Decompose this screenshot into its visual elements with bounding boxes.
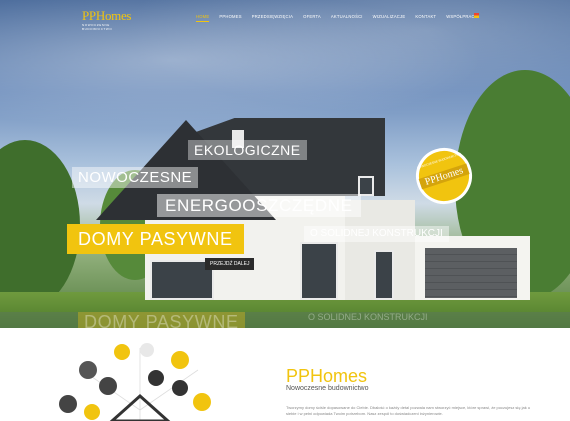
intro-title: PPHomes — [286, 366, 368, 386]
reflection-text: O SOLIDNEJ KONSTRUKCJI — [308, 312, 428, 322]
sun-icon — [114, 344, 130, 360]
hero-line-konstrukcja: O SOLIDNEJ KONSTRUKCJI — [304, 226, 449, 242]
window — [300, 242, 338, 300]
intro-body: Tworzymy domy ściśle dopasowane do Ciebi… — [286, 405, 531, 416]
hero-line-domy-pasywne: DOMY PASYWNE — [67, 224, 244, 254]
door — [374, 250, 394, 300]
leaf-icon — [140, 343, 154, 357]
logo-tagline: NOWOCZESNE BUDOWNICTWO — [82, 23, 113, 31]
window — [358, 176, 374, 196]
main-nav: HOME PPHOMES PRZEDSIĘWZIĘCIA OFERTA AKTU… — [196, 14, 488, 22]
nav-item-kontakt[interactable]: KONTAKT — [415, 14, 436, 22]
logo[interactable]: PPHomes NOWOCZESNE BUDOWNICTWO — [82, 8, 138, 31]
nav-item-home[interactable]: HOME — [196, 14, 210, 22]
hero-slider: PPHomes NOWOCZESNE BUDOWNICTWO HOME PPHO… — [0, 0, 570, 328]
reflection-text: DOMY PASYWNE — [78, 312, 245, 328]
battery-icon — [172, 380, 188, 396]
eco-icons-graphic — [59, 343, 211, 421]
nav-item-pphomes[interactable]: PPHOMES — [219, 14, 241, 22]
badge-logo: PPHomes — [418, 163, 470, 190]
hero-line-nowoczesne: NOWOCZESNE — [72, 167, 199, 188]
hero-line-energooszczedne: ENERGOOSZCZĘDNE — [157, 194, 361, 217]
clock-icon — [171, 351, 189, 369]
nav-item-aktualnosci[interactable]: AKTUALNOŚCI — [331, 14, 363, 22]
language-flag-icon[interactable] — [474, 13, 479, 18]
wifi-icon — [193, 393, 211, 411]
camera-icon — [84, 404, 100, 420]
nav-item-wizualizacje[interactable]: WIZUALIZACJE — [373, 14, 406, 22]
logo-text: PPHomes — [82, 8, 132, 23]
garage-door — [425, 248, 517, 298]
gear-icon — [99, 377, 117, 395]
fan-icon — [59, 395, 77, 413]
bulb-icon — [79, 361, 97, 379]
plug-icon — [148, 370, 164, 386]
nav-item-oferta[interactable]: OFERTA — [303, 14, 321, 22]
nav-item-przedsiewziecia[interactable]: PRZEDSIĘWZIĘCIA — [252, 14, 293, 22]
hero-line-ekologiczne: EKOLOGICZNE — [188, 140, 307, 160]
intro-subtitle: Nowoczesne budownictwo — [286, 385, 369, 392]
read-more-button[interactable]: PRZEJDŹ DALEJ — [205, 258, 255, 270]
